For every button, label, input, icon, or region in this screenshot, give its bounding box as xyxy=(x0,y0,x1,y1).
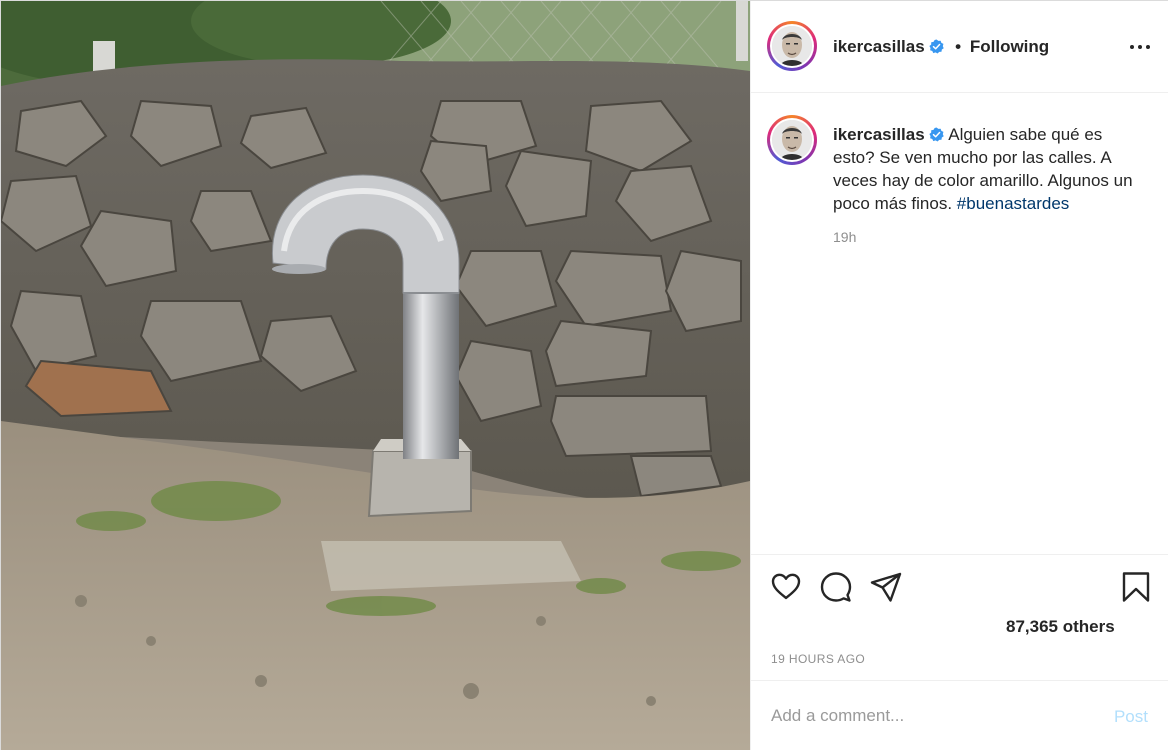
paper-plane-icon[interactable] xyxy=(869,570,903,604)
post-header: ikercasillas • Following xyxy=(751,1,1168,93)
post-photo[interactable] xyxy=(1,1,750,750)
post-actions: 87,365 others 19 HOURS AGO xyxy=(751,555,1168,681)
add-comment-bar: Post xyxy=(751,681,1168,750)
caption-time-ago[interactable]: 19h xyxy=(833,229,856,245)
header-name-line: ikercasillas • Following xyxy=(833,37,1049,57)
author-username[interactable]: ikercasillas xyxy=(833,37,925,56)
caption-username[interactable]: ikercasillas xyxy=(833,125,925,144)
instagram-post: ikercasillas • Following ikercasillas Al… xyxy=(0,0,1168,750)
comment-icon[interactable] xyxy=(819,570,853,604)
bookmark-icon[interactable] xyxy=(1119,570,1153,604)
post-comment-button[interactable]: Post xyxy=(1114,707,1148,727)
verified-badge-icon xyxy=(929,39,945,54)
caption-section: ikercasillas Alguien sabe qué es esto? S… xyxy=(751,93,1168,555)
comment-input[interactable] xyxy=(771,703,1071,729)
verified-badge-icon xyxy=(929,127,945,142)
heart-icon[interactable] xyxy=(769,570,803,604)
separator-dot: • xyxy=(955,37,962,56)
profile-photo-icon xyxy=(772,26,812,66)
post-timestamp[interactable]: 19 HOURS AGO xyxy=(771,652,865,666)
caption-text-block: ikercasillas Alguien sabe qué es esto? S… xyxy=(833,123,1143,215)
caption-author-avatar[interactable] xyxy=(767,115,817,165)
profile-photo-icon xyxy=(772,120,812,160)
photo-image xyxy=(1,1,750,750)
likes-count[interactable]: 87,365 others xyxy=(1006,617,1115,637)
following-button[interactable]: Following xyxy=(970,37,1049,56)
post-side-panel: ikercasillas • Following ikercasillas Al… xyxy=(750,1,1168,750)
more-horizontal-icon[interactable] xyxy=(1128,37,1152,57)
caption-hashtag-link[interactable]: #buenastardes xyxy=(957,194,1069,213)
author-avatar[interactable] xyxy=(767,21,817,71)
